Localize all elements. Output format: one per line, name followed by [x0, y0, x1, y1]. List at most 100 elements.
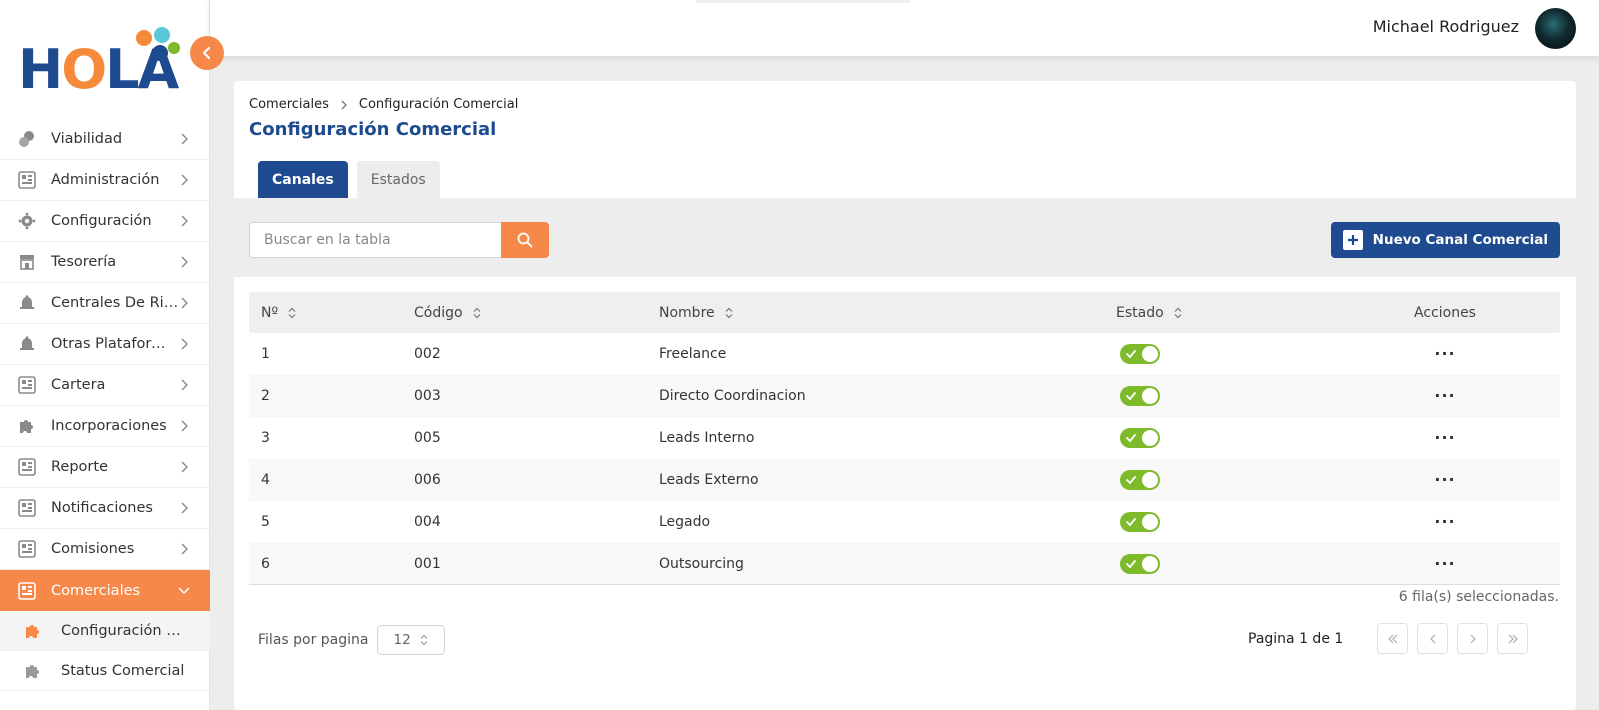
search-icon: [517, 232, 533, 248]
sidebar-item-label: Notificaciones: [51, 500, 153, 516]
sidebar-item-label: Viabilidad: [51, 131, 123, 147]
column-header-nombre[interactable]: Nombre: [648, 305, 1104, 321]
cell-codigo: 002: [414, 346, 441, 362]
table-row[interactable]: 3 005 Leads Interno ···: [249, 417, 1560, 459]
chevron-right-icon: [176, 254, 192, 270]
avatar[interactable]: [1535, 8, 1576, 49]
sidebar-subitem-label: Configuración Comercial: [61, 622, 187, 639]
chevron-right-icon: [176, 541, 192, 557]
toggle-knob: [1142, 388, 1158, 404]
table-row[interactable]: 2 003 Directo Coordinacion ···: [249, 375, 1560, 417]
column-header-codigo[interactable]: Código: [403, 305, 648, 321]
status-toggle[interactable]: [1120, 512, 1160, 532]
channels-table: Nº Código Nombre Estado Acciones 1 002 Fre…: [249, 292, 1560, 585]
search-input[interactable]: [249, 222, 501, 258]
check-icon: [1126, 392, 1136, 401]
prev-page-button[interactable]: [1417, 623, 1448, 654]
sidebar-item-11[interactable]: Comerciales: [0, 570, 210, 611]
more-actions-icon[interactable]: ···: [1434, 472, 1455, 488]
status-toggle[interactable]: [1120, 553, 1160, 574]
sidebar-item-label: Centrales De Riesgo: [51, 295, 179, 311]
sidebar-item-7[interactable]: Incorporaciones: [0, 406, 210, 447]
sidebar-item-5[interactable]: Otras Plataformas: [0, 324, 210, 365]
search-button[interactable]: [501, 222, 549, 258]
table-row[interactable]: 5 004 Legado ···: [249, 501, 1560, 543]
sidebar-subitem-0[interactable]: Configuración Comercial: [0, 611, 210, 651]
sidebar-item-8[interactable]: Reporte: [0, 447, 210, 488]
content-card: Comerciales Configuración Comercial Conf…: [234, 81, 1576, 710]
sidebar-item-label: Cartera: [51, 377, 106, 393]
chevron-right-icon: [176, 295, 192, 311]
sidebar-subitem-1[interactable]: Status Comercial: [0, 651, 210, 691]
more-actions-icon[interactable]: ···: [1434, 514, 1455, 530]
column-label: Nº: [261, 304, 279, 321]
sidebar-item-10[interactable]: Comisiones: [0, 529, 210, 570]
tabs: Canales Estados: [258, 161, 449, 198]
user-name[interactable]: Michael Rodriguez: [1373, 17, 1519, 36]
sort-icon[interactable]: [473, 307, 481, 319]
sidebar-item-0[interactable]: Viabilidad: [0, 119, 210, 160]
sidebar-item-label: Reporte: [51, 459, 108, 475]
cell-estado: [1104, 344, 1330, 364]
status-toggle[interactable]: [1120, 428, 1160, 448]
chevron-right-icon: [339, 100, 349, 110]
more-actions-icon[interactable]: ···: [1434, 388, 1455, 404]
table-row[interactable]: 4 006 Leads Externo ···: [249, 459, 1560, 501]
select-arrows-icon: [420, 634, 428, 650]
sidebar-item-4[interactable]: Centrales De Riesgo: [0, 283, 210, 324]
check-icon: [1126, 434, 1136, 443]
sidebar-item-label: Comerciales: [51, 582, 141, 599]
search-box: [249, 222, 549, 258]
tab-estados[interactable]: Estados: [356, 161, 440, 198]
breadcrumb-current: Configuración Comercial: [358, 97, 519, 112]
sort-icon[interactable]: [288, 307, 296, 319]
first-page-button[interactable]: [1377, 623, 1408, 654]
table-row[interactable]: 1 002 Freelance ···: [249, 333, 1560, 375]
cell-codigo: 003: [414, 388, 441, 404]
next-page-button[interactable]: [1457, 623, 1488, 654]
tab-canales[interactable]: Canales: [258, 161, 348, 198]
sort-icon[interactable]: [725, 307, 733, 319]
status-toggle[interactable]: [1120, 344, 1160, 364]
chevron-right-icon: [176, 500, 192, 516]
logo-text: HOLA: [18, 40, 179, 100]
table-row[interactable]: 6 001 Outsourcing ···: [249, 543, 1560, 585]
new-channel-button[interactable]: Nuevo Canal Comercial: [1330, 222, 1560, 258]
breadcrumb-parent[interactable]: Comerciales: [249, 97, 329, 112]
top-tab-strip: [696, 0, 910, 3]
cell-n: 2: [261, 388, 270, 404]
sidebar-item-6[interactable]: Cartera: [0, 365, 210, 406]
top-bar: Michael Rodriguez: [210, 0, 1599, 56]
toggle-knob: [1142, 346, 1158, 362]
cell-nombre: Directo Coordinacion: [659, 388, 806, 404]
more-actions-icon[interactable]: ···: [1434, 346, 1455, 362]
more-actions-icon[interactable]: ···: [1434, 555, 1455, 571]
column-header-estado[interactable]: Estado: [1104, 305, 1330, 321]
cell-acciones: ···: [1330, 430, 1560, 446]
status-toggle[interactable]: [1120, 386, 1160, 406]
sidebar-item-9[interactable]: Notificaciones: [0, 488, 210, 529]
check-icon: [1126, 350, 1136, 359]
sort-icon[interactable]: [1174, 307, 1182, 319]
cell-codigo: 006: [414, 472, 441, 488]
rows-per-page-select[interactable]: 12: [376, 625, 445, 655]
rows-per-page: Filas por pagina 12: [258, 625, 445, 655]
check-icon: [1126, 476, 1136, 485]
status-toggle[interactable]: [1120, 470, 1160, 490]
sidebar-item-label: Tesorería: [51, 254, 117, 270]
column-header-n[interactable]: Nº: [249, 305, 403, 321]
sidebar: HOLA Viabilidad Administración Configuraci…: [0, 0, 224, 710]
sidebar-item-1[interactable]: Administración: [0, 160, 210, 201]
last-page-button[interactable]: [1497, 623, 1528, 654]
pagination: [1377, 623, 1537, 654]
logo[interactable]: HOLA: [16, 22, 180, 100]
cell-n: 5: [261, 514, 270, 530]
cell-codigo: 004: [414, 514, 441, 530]
more-actions-icon[interactable]: ···: [1434, 430, 1455, 446]
store-icon: [18, 253, 36, 271]
sidebar-item-2[interactable]: Configuración: [0, 201, 210, 242]
table-header: Nº Código Nombre Estado Acciones: [249, 292, 1560, 333]
grid-icon: [18, 540, 36, 558]
collapse-sidebar-button[interactable]: [190, 36, 224, 70]
sidebar-item-3[interactable]: Tesorería: [0, 242, 210, 283]
